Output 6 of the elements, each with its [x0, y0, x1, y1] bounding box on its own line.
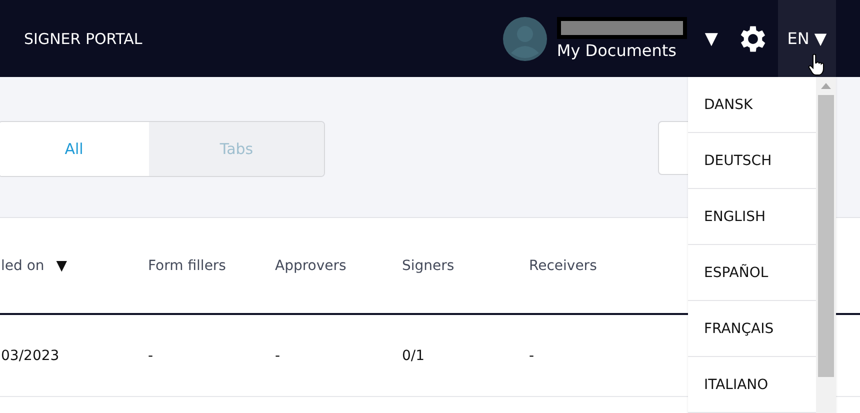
- table-cell: -: [148, 348, 154, 364]
- table-cell: -: [275, 348, 280, 364]
- table-cell: 0/1: [402, 348, 425, 364]
- table-cell: -: [529, 348, 534, 364]
- portal-title: SIGNER PORTAL: [24, 30, 142, 48]
- table-cell: 03/2023: [1, 348, 60, 364]
